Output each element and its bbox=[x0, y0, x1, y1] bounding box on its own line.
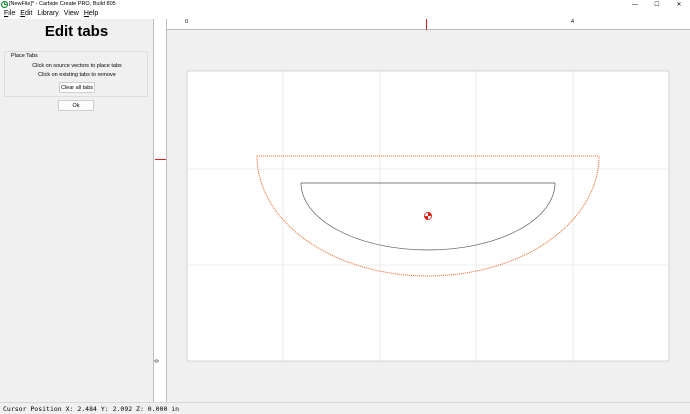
title-bar: [NewFile]* - Carbide Create PRO, Build 8… bbox=[0, 0, 690, 9]
menu-bar: File Edit Library View Help bbox=[0, 9, 690, 19]
menu-help-label: elp bbox=[88, 10, 99, 17]
vertical-ruler-cursor-marker bbox=[155, 159, 166, 160]
menu-view-label: View bbox=[63, 10, 79, 17]
menu-file-label: ile bbox=[8, 10, 16, 17]
carbide-create-icon bbox=[1, 1, 8, 8]
menu-help[interactable]: Help bbox=[83, 9, 102, 19]
vertical-ruler[interactable]: 0 bbox=[153, 19, 167, 402]
canvas-drawing bbox=[186, 70, 670, 362]
place-hint: Click on source vectors to place tabs bbox=[32, 63, 122, 69]
remove-hint: Click on existing tabs to remove bbox=[38, 72, 116, 78]
menu-edit-label: dit bbox=[24, 10, 33, 17]
carbide-create-window: [NewFile]* - Carbide Create PRO, Build 8… bbox=[0, 0, 690, 414]
cursor-position-readout: Cursor Position X: 2.484 Y: 2.092 Z: 0.0… bbox=[3, 405, 180, 413]
maximize-button[interactable]: ☐ bbox=[646, 0, 668, 9]
vertical-ruler-label-0: 0 bbox=[154, 359, 161, 363]
close-button[interactable]: ✕ bbox=[668, 0, 690, 9]
horizontal-ruler[interactable]: 0 4 bbox=[167, 19, 690, 30]
edit-tabs-panel: Edit tabs Place Tabs Click on source vec… bbox=[0, 19, 153, 402]
minimize-button[interactable]: — bbox=[624, 0, 646, 9]
design-canvas[interactable] bbox=[167, 30, 690, 402]
horizontal-ruler-cursor-marker bbox=[426, 19, 427, 30]
status-bar: Cursor Position X: 2.484 Y: 2.092 Z: 0.0… bbox=[0, 402, 690, 414]
horizontal-ruler-label-4: 4 bbox=[571, 19, 575, 25]
horizontal-ruler-label-0: 0 bbox=[185, 19, 189, 25]
menu-file[interactable]: File bbox=[3, 9, 19, 19]
group-title: Place Tabs bbox=[10, 53, 39, 59]
window-title: [NewFile]* - Carbide Create PRO, Build 8… bbox=[9, 1, 116, 7]
place-tabs-group: Place Tabs Click on source vectors to pl… bbox=[4, 51, 148, 97]
menu-edit[interactable]: Edit bbox=[19, 9, 36, 19]
target-icon bbox=[423, 211, 432, 220]
menu-view[interactable]: View bbox=[63, 9, 83, 19]
menu-library-label: Library bbox=[37, 10, 59, 17]
clear-all-tabs-button[interactable]: Clear all tabs bbox=[59, 82, 95, 93]
menu-library[interactable]: Library bbox=[36, 9, 62, 19]
panel-title: Edit tabs bbox=[44, 23, 109, 40]
ok-button[interactable]: Ok bbox=[58, 100, 94, 111]
